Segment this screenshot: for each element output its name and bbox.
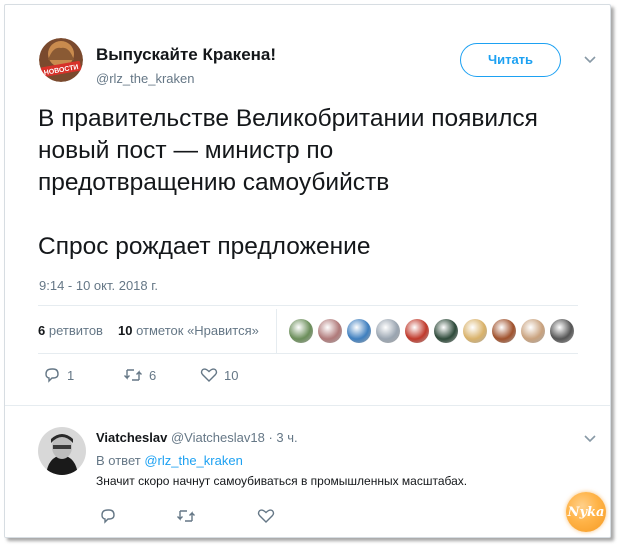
watermark-text: Nyka — [567, 504, 605, 520]
like-action[interactable]: 10 — [200, 367, 238, 383]
reply-retweet-action[interactable] — [176, 508, 196, 529]
author-avatar[interactable]: НОВОСТИ — [39, 38, 83, 82]
chevron-down-icon[interactable] — [583, 52, 597, 68]
liker-avatar[interactable] — [521, 319, 545, 343]
liker-avatar[interactable] — [492, 319, 516, 343]
follow-button[interactable]: Читать — [460, 43, 561, 77]
retweets-stat[interactable]: 6 ретвитов — [38, 323, 103, 338]
author-handle[interactable]: @rlz_the_kraken — [96, 71, 194, 86]
likes-stat[interactable]: 10 отметок «Нравится» — [118, 323, 259, 338]
retweets-stat-label: ретвитов — [48, 323, 103, 338]
liker-avatar[interactable] — [347, 319, 371, 343]
watermark-logo: Nyka — [566, 492, 606, 532]
retweets-stat-count: 6 — [38, 323, 46, 338]
liker-avatar[interactable] — [318, 319, 342, 343]
stats-separator — [276, 309, 277, 353]
tweet-card: НОВОСТИ Выпускайте Кракена! @rlz_the_kra… — [4, 4, 611, 538]
likes-stat-label: отметок «Нравится» — [136, 323, 259, 338]
heart-icon — [200, 368, 218, 382]
reply-author-name[interactable]: Viatcheslav — [96, 430, 167, 445]
reply-to-line: В ответ @rlz_the_kraken — [96, 453, 243, 468]
divider — [5, 405, 610, 406]
liker-avatar[interactable] — [376, 319, 400, 343]
reply-to-prefix: В ответ — [96, 453, 141, 468]
tweet-text-line: предотвращению самоубийств — [38, 169, 390, 196]
reply-time[interactable]: · 3 ч. — [268, 430, 297, 445]
reply-avatar-image — [38, 427, 86, 475]
reply-text: Значит скоро начнут самоубиваться в пром… — [96, 474, 468, 488]
heart-icon — [257, 509, 275, 523]
tweet-text-line: В правительстве Великобритании появился — [38, 105, 538, 132]
retweet-action[interactable]: 6 — [123, 367, 156, 383]
liker-avatar[interactable] — [289, 319, 313, 343]
retweet-count: 6 — [149, 367, 157, 383]
tweet-text-line: новый пост — министр по — [38, 137, 334, 164]
reply-icon — [45, 368, 59, 383]
reply-count: 1 — [67, 367, 75, 383]
reply-to-handle[interactable]: @rlz_the_kraken — [144, 453, 242, 468]
likes-stat-count: 10 — [118, 323, 133, 338]
liker-avatar[interactable] — [550, 319, 574, 343]
liker-avatar[interactable] — [405, 319, 429, 343]
divider — [38, 353, 578, 354]
tweet-timestamp[interactable]: 9:14 - 10 окт. 2018 г. — [39, 278, 158, 293]
author-avatar-image: НОВОСТИ — [39, 38, 83, 82]
liker-avatar[interactable] — [463, 319, 487, 343]
divider — [38, 305, 578, 306]
reply-tweet[interactable] — [5, 407, 610, 537]
reply-action[interactable]: 1 — [43, 367, 74, 383]
reply-chevron-down-icon[interactable] — [583, 431, 597, 447]
tweet-text-line: Спрос рождает предложение — [38, 233, 371, 260]
liker-avatar[interactable] — [434, 319, 458, 343]
reply-like-action[interactable] — [257, 508, 275, 529]
author-name[interactable]: Выпускайте Кракена! — [96, 45, 276, 65]
reply-author-avatar[interactable] — [38, 427, 86, 475]
like-count: 10 — [224, 367, 239, 383]
retweet-icon — [124, 369, 142, 381]
reply-reply-action[interactable] — [99, 508, 117, 529]
reply-author-handle[interactable]: @Viatcheslav18 — [171, 430, 265, 445]
retweet-icon — [177, 510, 195, 522]
reply-icon — [101, 509, 115, 524]
reply-author-line: Viatcheslav @Viatcheslav18 · 3 ч. — [96, 430, 298, 445]
tweet-text: В правительстве Великобритании появился … — [38, 103, 603, 263]
